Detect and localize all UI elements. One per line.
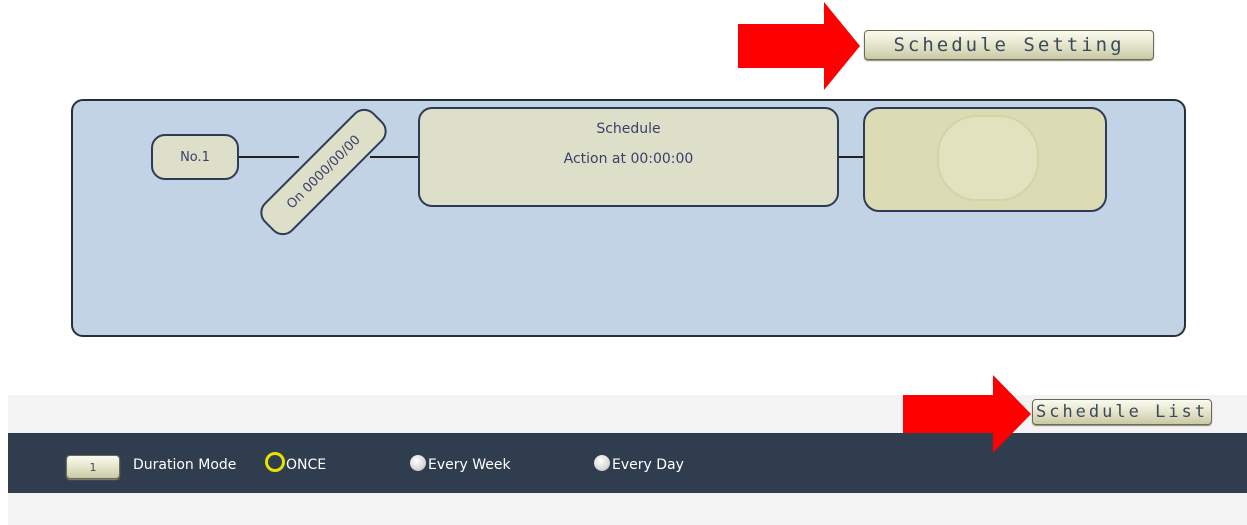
schedule-number-button[interactable]: 1 xyxy=(66,455,120,479)
schedule-action-text: Action at 00:00:00 xyxy=(563,151,694,167)
schedule-list-button[interactable]: Schedule List xyxy=(1032,399,1212,425)
radio-every-week[interactable] xyxy=(410,455,426,471)
connector-line xyxy=(239,156,299,158)
device-node xyxy=(863,107,1107,212)
red-arrow-icon xyxy=(903,375,1031,453)
radio-every-day-label[interactable]: Every Day xyxy=(612,457,684,473)
connector-line xyxy=(838,156,865,158)
connector-line xyxy=(370,156,420,158)
schedule-number-label: No.1 xyxy=(180,149,210,165)
device-placeholder-icon xyxy=(937,115,1039,201)
duration-mode-label: Duration Mode xyxy=(133,457,237,473)
radio-once-label[interactable]: ONCE xyxy=(286,457,326,473)
radio-once[interactable] xyxy=(265,452,285,472)
schedule-setting-button[interactable]: Schedule Setting xyxy=(864,30,1154,60)
red-arrow-icon xyxy=(738,2,860,90)
schedule-title: Schedule xyxy=(596,121,661,137)
radio-every-week-label[interactable]: Every Week xyxy=(428,457,511,473)
schedule-number-node: No.1 xyxy=(151,134,239,180)
radio-every-day[interactable] xyxy=(594,455,610,471)
list-footer-bar xyxy=(8,493,1247,525)
schedule-action-node: Schedule Action at 00:00:00 xyxy=(418,107,839,207)
